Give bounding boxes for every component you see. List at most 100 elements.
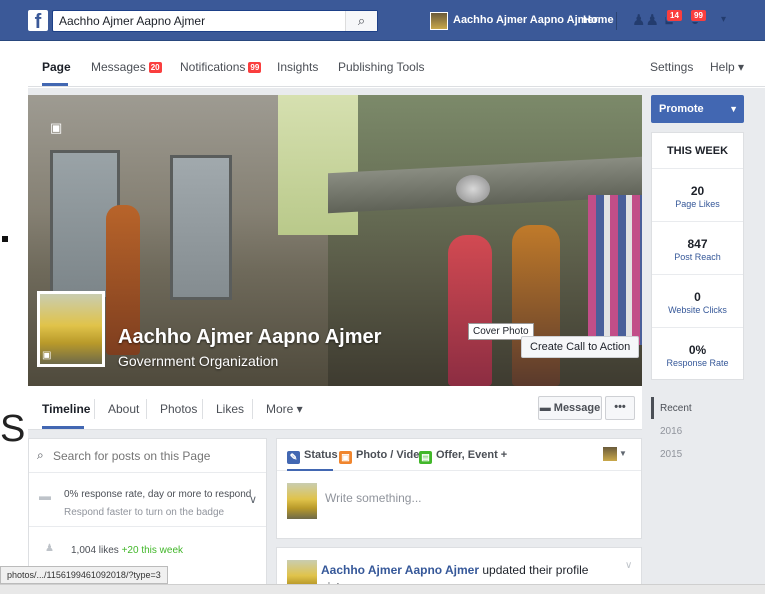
nav-notifications[interactable]: Notifications 99 [180, 60, 262, 74]
cover-figure [448, 235, 492, 386]
tab-timeline[interactable]: Timeline [42, 402, 90, 416]
chevron-down-icon[interactable]: ∨ [625, 560, 632, 571]
stat-page-likes[interactable]: 20 Page Likes [652, 170, 743, 222]
stat-post-reach[interactable]: 847 Post Reach [652, 223, 743, 275]
stat-label: Response Rate [666, 358, 729, 368]
cover-clothes [588, 195, 642, 345]
cover-door [170, 155, 232, 300]
response-rate-card[interactable]: ▬ 0% response rate, day or more to respo… [29, 481, 266, 527]
year-2015[interactable]: 2015 [660, 449, 682, 460]
years-active-indicator [651, 397, 654, 419]
nav-messages[interactable]: Messages 20 [91, 60, 162, 74]
composer-tabs: ✎ Status ▣ Photo / Video ▤ Offer, Event + ▼ [277, 439, 641, 471]
account-menu-chevron-icon[interactable]: ▾ [721, 14, 726, 25]
search-button[interactable]: ⌕ [345, 11, 377, 31]
chevron-down-icon[interactable]: ∨ [249, 493, 257, 506]
year-recent[interactable]: Recent [660, 403, 692, 414]
post-author-link[interactable]: Aachho Ajmer Aapno Ajmer [321, 563, 479, 577]
likes-gain: +20 this week [121, 545, 184, 556]
stat-label: Page Likes [675, 199, 720, 209]
message-button[interactable]: ▬ Message [538, 396, 602, 420]
camera-icon[interactable]: ▣ [50, 120, 62, 136]
stat-label: Website Clicks [668, 305, 727, 315]
cover-photo[interactable]: ▣ ▣ Aachho Ajmer Aapno Ajmer Government … [28, 95, 642, 386]
tab-active-indicator [42, 426, 84, 429]
nav-page[interactable]: Page [42, 60, 71, 74]
facebook-logo-icon[interactable]: f [28, 10, 48, 31]
cover-pot [456, 175, 490, 203]
divider [616, 12, 617, 30]
search-input[interactable] [53, 11, 343, 31]
tab-more[interactable]: More ▾ [266, 402, 303, 416]
page-search-input[interactable] [53, 446, 253, 466]
friend-requests-icon[interactable]: ♟♟ [632, 12, 659, 30]
stat-website-clicks[interactable]: 0 Website Clicks [652, 276, 743, 328]
timeline-tabs: Timeline About Photos Likes More ▾ ▬ Mes… [28, 386, 642, 430]
cover-sky [278, 95, 358, 235]
post-as-avatar[interactable] [603, 447, 617, 461]
composer-tab-photo-video[interactable]: ▣ Photo / Video [339, 449, 426, 464]
post-composer: ✎ Status ▣ Photo / Video ▤ Offer, Event + ▼… [276, 438, 642, 539]
create-call-to-action-button[interactable]: Create Call to Action [521, 336, 640, 358]
likes-icon: ♟ [45, 543, 54, 554]
horizontal-scrollbar[interactable] [0, 584, 765, 594]
year-2016[interactable]: 2016 [660, 426, 682, 437]
stat-label: Post Reach [674, 252, 721, 262]
profile-name-link[interactable]: Aachho Ajmer Aapno Ajmer [453, 14, 598, 26]
response-rate-title: 0% response rate, day or more to respond [64, 489, 252, 500]
composer-tab-label: Offer, Event + [436, 449, 508, 461]
left-margin [0, 0, 28, 594]
offer-icon: ▤ [419, 451, 432, 464]
stray-mark [2, 236, 8, 242]
chevron-down-icon[interactable]: ▼ [619, 449, 627, 458]
promote-label: Promote [659, 103, 704, 115]
promote-button[interactable]: Promote ▼ [651, 95, 744, 123]
this-week-title: THIS WEEK [652, 133, 743, 169]
stat-response-rate[interactable]: 0% Response Rate [652, 329, 743, 381]
photo-icon: ▣ [339, 451, 352, 464]
this-week-card: THIS WEEK 20 Page Likes 847 Post Reach 0 We… [651, 132, 744, 380]
page-category[interactable]: Government Organization [118, 353, 278, 369]
notifications-count-badge: 99 [248, 62, 262, 73]
browser-status-url: photos/.../1156199461092018/?type=3 [0, 566, 168, 584]
stat-value: 847 [687, 237, 708, 251]
divider [202, 399, 203, 419]
home-link[interactable]: Home [583, 14, 614, 26]
likes-total: 1,004 likes [71, 545, 119, 556]
page-title[interactable]: Aachho Ajmer Aapno Ajmer [118, 326, 381, 349]
nav-settings[interactable]: Settings [650, 60, 693, 74]
profile-avatar[interactable] [430, 12, 448, 30]
composer-tab-status[interactable]: ✎ Status [287, 449, 338, 464]
stray-text-fragment: S [0, 408, 26, 450]
nav-notifications-label: Notifications [180, 60, 246, 74]
composer-input[interactable]: Write something... [325, 491, 421, 505]
search-box: ⌕ [52, 10, 378, 32]
composer-tab-label: Status [304, 449, 338, 461]
chevron-down-icon: ▼ [729, 104, 738, 114]
post-header: Aachho Ajmer Aapno Ajmer updated their p… [321, 563, 588, 577]
more-options-button[interactable]: ••• [605, 396, 635, 420]
composer-tab-offer-event[interactable]: ▤ Offer, Event + [419, 449, 507, 464]
tab-photos[interactable]: Photos [160, 402, 197, 416]
search-icon: ⌕ [37, 448, 44, 462]
page-post-search: ⌕ [29, 439, 266, 473]
nav-insights[interactable]: Insights [277, 60, 318, 74]
page-likes-count: 1,004 likes +20 this week [71, 545, 183, 556]
tab-likes[interactable]: Likes [216, 402, 244, 416]
tab-about[interactable]: About [108, 402, 139, 416]
message-icon: ▬ [539, 402, 554, 414]
messages-badge: 14 [666, 9, 683, 22]
timeline-years-nav: Recent 2016 2015 [651, 397, 744, 467]
composer-tab-label: Photo / Video [356, 449, 427, 461]
nav-publishing-tools[interactable]: Publishing Tools [338, 60, 425, 74]
profile-camera-icon[interactable]: ▣ [42, 350, 51, 361]
stat-value: 0 [694, 290, 701, 304]
composer-tab-indicator [287, 469, 333, 471]
notifications-badge: 99 [690, 9, 707, 22]
top-bar: f ⌕ Aachho Ajmer Aapno Ajmer Home ♟♟ ■ 1… [0, 0, 765, 41]
post-action-text: updated their profile [482, 563, 589, 577]
page-admin-nav: Page Messages 20 Notifications 99 Insights… [28, 41, 765, 87]
divider [252, 399, 253, 419]
stat-value: 20 [690, 184, 705, 198]
nav-help[interactable]: Help ▾ [710, 60, 744, 74]
